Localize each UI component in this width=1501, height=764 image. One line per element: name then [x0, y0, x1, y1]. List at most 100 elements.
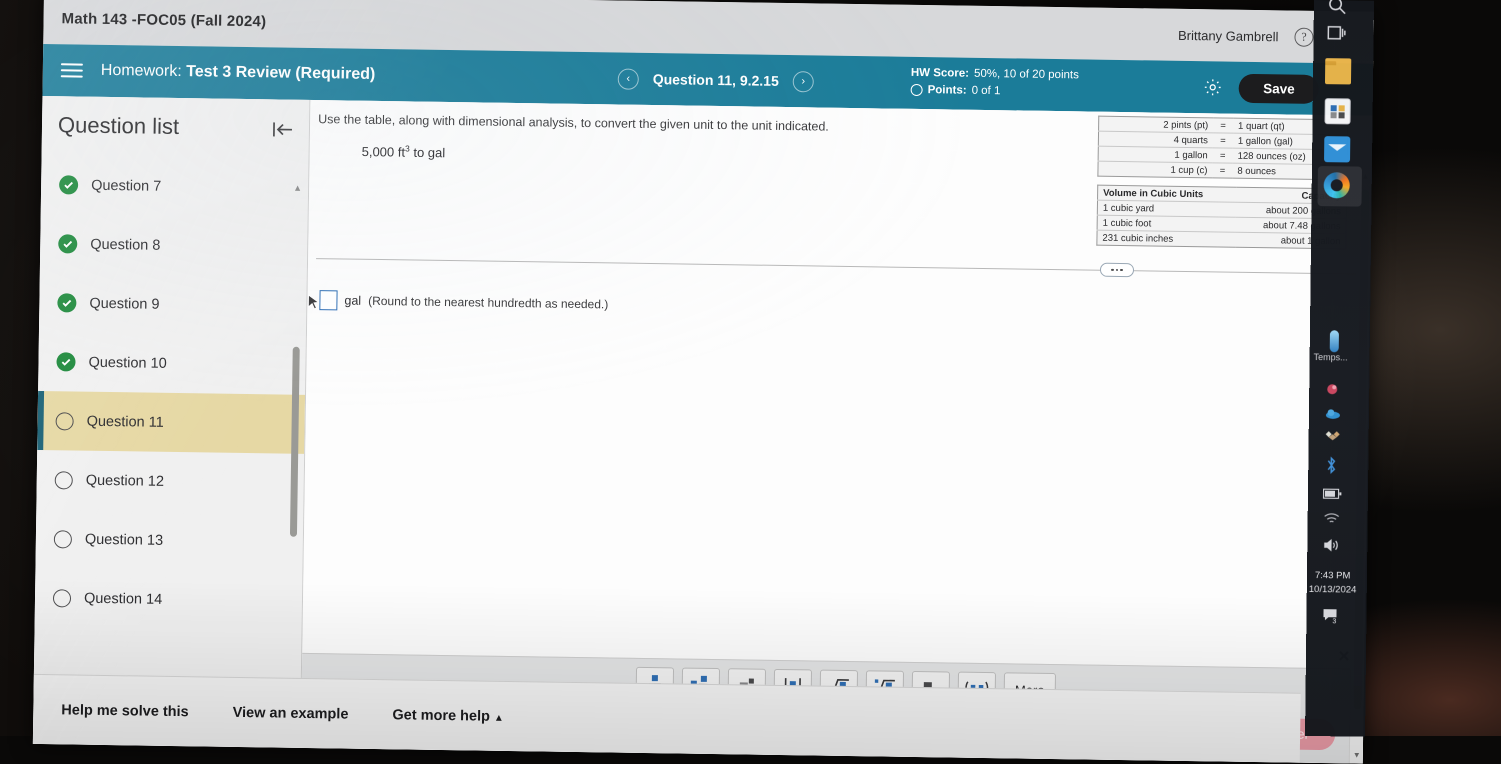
sidebar-item-label: Question 8 — [90, 236, 160, 253]
save-button[interactable]: Save — [1239, 73, 1319, 103]
completed-check-icon — [57, 293, 76, 312]
get-more-help-label: Get more help — [392, 707, 490, 724]
rounding-instruction: (Round to the nearest hundredth as neede… — [368, 294, 608, 312]
get-more-help-link[interactable]: Get more help ▲ — [392, 707, 504, 725]
conv-eq: = — [1213, 133, 1233, 148]
mail-icon[interactable] — [1324, 136, 1350, 162]
mouse-cursor-icon — [307, 294, 320, 316]
homework-prefix: Homework: — [101, 62, 182, 80]
current-question-label[interactable]: Question 11, 9.2.15 — [653, 71, 779, 89]
taskbar-clock-time[interactable]: 7:43 PM — [1315, 570, 1351, 581]
conv-left: 1 cup (c) — [1098, 161, 1213, 178]
sidebar-item-question-14[interactable]: Question 14 — [35, 568, 303, 629]
completed-check-icon — [56, 352, 75, 371]
taskbar-clock-date[interactable]: 10/13/2024 — [1309, 584, 1357, 596]
table-row: 1 cup (c) = 8 ounces — [1098, 161, 1347, 180]
work-area: Question list Question 7 — [33, 96, 1372, 764]
points-label: Points: — [928, 82, 967, 99]
battery-icon[interactable] — [1323, 486, 1340, 497]
volume-cell: 231 cubic inches — [1097, 230, 1236, 247]
sidebar-item-label: Question 10 — [88, 354, 166, 371]
sidebar-item-question-7[interactable]: Question 7 — [41, 155, 309, 218]
conv-left: 2 pints (pt) — [1099, 116, 1214, 133]
hw-score-value: 50%, 10 of 20 points — [974, 66, 1079, 84]
notifications-count: 3 — [1332, 618, 1336, 625]
wifi-icon[interactable] — [1324, 512, 1339, 525]
help-me-solve-this-link[interactable]: Help me solve this — [61, 702, 189, 720]
unanswered-circle-icon — [53, 589, 71, 607]
bluetooth-icon[interactable] — [1325, 456, 1337, 472]
edge-browser-icon[interactable] — [1324, 172, 1350, 198]
completed-check-icon — [58, 234, 77, 253]
question-panel: Use the table, along with dimensional an… — [301, 100, 1372, 764]
volume-icon[interactable] — [1323, 538, 1338, 552]
sidebar-header: Question list — [42, 96, 310, 145]
antivirus-icon[interactable] — [1325, 382, 1339, 396]
overflow-dots-button[interactable] — [1100, 263, 1134, 278]
weather-label[interactable]: Temps... — [1314, 352, 1348, 362]
points-row: Points: 0 of 1 — [911, 82, 1079, 101]
points-status-icon — [911, 84, 923, 96]
volume-capacity-table: Volume in Cubic Units Capacity 1 cubic y… — [1096, 185, 1347, 250]
expression-target: to gal — [413, 145, 445, 160]
sidebar-item-label: Question 12 — [86, 472, 164, 489]
search-icon[interactable] — [1326, 0, 1352, 20]
previous-question-button[interactable]: ‹ — [618, 68, 639, 89]
next-question-button[interactable]: › — [793, 71, 814, 92]
collapse-panel-icon[interactable] — [271, 119, 295, 144]
scroll-up-icon[interactable]: ▲ — [293, 183, 302, 193]
expression-exponent: 3 — [405, 143, 410, 153]
sidebar-item-label: Question 14 — [84, 590, 162, 607]
sidebar-item-label: Question 13 — [85, 531, 163, 548]
conv-eq: = — [1212, 163, 1232, 178]
assignment-name: Test 3 Review (Required) — [186, 63, 375, 83]
windows-taskbar: Temps... 7:43 PM 10/13/2024 3 — [1305, 0, 1374, 737]
user-name[interactable]: Brittany Gambrell — [1178, 27, 1279, 43]
table-row: 231 cubic inches about 1 gallon — [1097, 230, 1346, 249]
help-icon[interactable]: ? — [1294, 27, 1313, 46]
sidebar-item-question-10[interactable]: Question 10 — [38, 332, 306, 395]
conv-left: 4 quarts — [1098, 131, 1213, 148]
onedrive-icon[interactable] — [1325, 406, 1339, 420]
weather-icon[interactable] — [1330, 330, 1339, 352]
answer-row: gal (Round to the nearest hundredth as n… — [319, 290, 608, 314]
question-navigator: ‹ Question 11, 9.2.15 › — [618, 68, 814, 92]
conv-eq: = — [1213, 118, 1233, 133]
question-list: Question 7 Question 8 Question 9 — [35, 155, 309, 629]
view-an-example-link[interactable]: View an example — [233, 704, 349, 722]
sidebar-item-label: Question 7 — [91, 177, 161, 194]
question-list-sidebar: Question list Question 7 — [33, 96, 311, 748]
hamburger-icon[interactable] — [61, 63, 83, 77]
sidebar-item-question-9[interactable]: Question 9 — [39, 273, 307, 336]
answer-input[interactable] — [319, 290, 337, 310]
laptop-screen: Math 143 -FOC05 (Fall 2024) Brittany Gam… — [33, 0, 1374, 764]
hw-score-label: HW Score: — [911, 65, 969, 83]
section-divider — [316, 258, 1356, 274]
answer-unit-label: gal — [344, 293, 361, 307]
dropbox-icon[interactable] — [1325, 430, 1339, 444]
task-view-icon[interactable] — [1325, 22, 1351, 48]
file-explorer-icon[interactable] — [1325, 58, 1351, 84]
page-scroll-down-icon[interactable]: ▼ — [1353, 751, 1361, 760]
sidebar-item-question-13[interactable]: Question 13 — [35, 509, 303, 572]
conv-left: 1 gallon — [1098, 146, 1213, 163]
notifications-icon[interactable]: 3 — [1322, 608, 1338, 624]
sidebar-item-question-11[interactable]: Question 11 — [37, 391, 305, 454]
gear-icon[interactable] — [1203, 77, 1223, 97]
score-summary: HW Score: 50%, 10 of 20 points Points: 0… — [911, 65, 1079, 101]
conversion-table: 2 pints (pt) = 1 quart (qt) 4 quarts = 1… — [1097, 116, 1348, 181]
assignment-title: Homework: Test 3 Review (Required) — [101, 62, 376, 84]
unanswered-circle-icon — [54, 530, 72, 548]
course-title: Math 143 -FOC05 (Fall 2024) — [61, 10, 266, 30]
sidebar-item-question-8[interactable]: Question 8 — [40, 214, 308, 277]
chevron-up-icon: ▲ — [494, 712, 504, 723]
microsoft-store-icon[interactable] — [1324, 98, 1350, 124]
conv-eq: = — [1213, 148, 1233, 163]
sidebar-title: Question list — [58, 112, 179, 140]
unanswered-circle-icon — [55, 471, 73, 489]
sidebar-item-label: Question 11 — [87, 413, 164, 430]
points-value: 0 of 1 — [971, 82, 1000, 99]
completed-check-icon — [59, 175, 78, 194]
sidebar-item-question-12[interactable]: Question 12 — [36, 450, 304, 513]
expression-value: 5,000 ft — [362, 144, 406, 160]
